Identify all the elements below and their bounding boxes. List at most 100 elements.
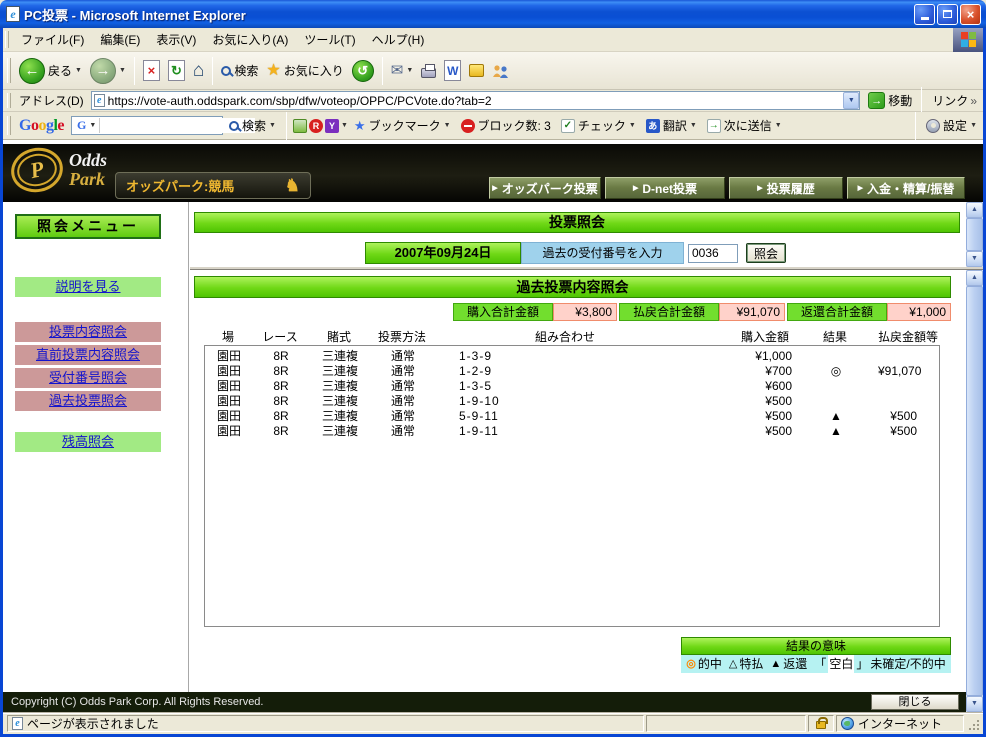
payout-total-label: 払戻合計金額 (619, 303, 719, 321)
links-label[interactable]: リンク (926, 92, 970, 109)
toolbar-grip[interactable] (7, 57, 11, 84)
edit-button[interactable]: W (440, 58, 465, 83)
scroll-up-button[interactable]: ▲ (966, 270, 983, 286)
mail-dropdown-icon[interactable]: ▼ (406, 67, 413, 74)
nav-oddspark-vote-button[interactable]: ▶ オッズパーク投票 (489, 177, 601, 199)
go-button[interactable]: → 移動 (863, 91, 917, 110)
google-bookmarks-button[interactable]: ★ ブックマーク ▼ (350, 115, 455, 136)
col-bet-type: 賭式 (326, 330, 351, 344)
restore-button[interactable] (937, 3, 958, 25)
menu-edit[interactable]: 編集(E) (92, 30, 148, 50)
dropdown-icon[interactable]: ▼ (775, 122, 782, 129)
spellcheck-button[interactable]: ✓ チェック ▼ (557, 115, 640, 136)
pagerank-icon[interactable] (292, 118, 307, 133)
address-dropdown-icon[interactable]: ▼ (843, 92, 860, 109)
refund-symbol: ▲ (770, 658, 782, 670)
history-button[interactable]: ↺ (348, 58, 378, 84)
google-toolbar: Google G ▼ 検索 ▼ R Y ▼ ★ ブックマーク ▼ ブロック数: … (3, 111, 983, 140)
search-button[interactable]: 検索 (217, 60, 262, 81)
inquiry-frame-scrollbar[interactable]: ▲ ▼ (966, 202, 983, 267)
nav-arrow-icon: ▶ (632, 185, 639, 192)
spellcheck-icon: ✓ (560, 118, 575, 133)
inquiry-submit-button[interactable]: 照会 (746, 243, 786, 263)
scroll-down-button[interactable]: ▼ (966, 696, 983, 712)
google-search-button[interactable]: 検索 ▼ (225, 115, 280, 136)
oddspark-logo[interactable]: P Odds Park (6, 143, 107, 197)
back-dropdown-icon[interactable]: ▼ (75, 67, 82, 74)
google-search-dropdown-icon[interactable]: ▼ (89, 122, 96, 129)
back-button[interactable]: ← 戻る ▼ (15, 56, 86, 86)
google-settings-button[interactable]: 設定 ▼ (922, 115, 981, 136)
sidebar-item-past-votes[interactable]: 過去投票照会 (15, 391, 161, 411)
stop-button[interactable]: × (139, 58, 164, 83)
results-frame-scrollbar[interactable]: ▲ ▼ (966, 270, 983, 712)
resize-grip[interactable] (966, 716, 981, 732)
minimize-button[interactable] (914, 3, 935, 25)
popup-blocker-button[interactable]: ブロック数: 3 (457, 115, 555, 136)
refresh-button[interactable]: ↻ (164, 58, 189, 83)
results-frame: 過去投票内容照会 購入合計金額 ¥3,800 払戻合計金額 ¥91,070 返還… (190, 270, 983, 712)
close-window-button[interactable]: × (960, 3, 981, 25)
send-to-icon: → (706, 118, 721, 133)
toolbar-separator (915, 111, 917, 140)
zone-label: インターネット (858, 717, 943, 731)
dropdown-icon[interactable]: ▼ (269, 122, 276, 129)
dropdown-icon[interactable]: ▼ (444, 122, 451, 129)
popup-blocker-icon (460, 118, 475, 133)
menubar-grip[interactable] (5, 31, 9, 48)
close-page-button[interactable]: 閉じる (871, 694, 959, 710)
table-row: 園田 8R 三連複 通常 1-3-5 ¥600 (216, 379, 792, 393)
dropdown-icon[interactable]: ▼ (341, 122, 348, 129)
menu-file[interactable]: ファイル(F) (13, 30, 92, 50)
page-footer: Copyright (C) Odds Park Corp. All Rights… (3, 692, 966, 712)
scroll-thumb[interactable] (966, 218, 983, 251)
r-badge-icon[interactable]: R (308, 118, 323, 133)
sidebar-item-vote-content[interactable]: 投票内容照会 (15, 322, 161, 342)
menu-favorites[interactable]: お気に入り(A) (204, 30, 296, 50)
home-button[interactable]: ⌂ (189, 59, 208, 82)
sidebar-item-receipt-number[interactable]: 受付番号照会 (15, 368, 161, 388)
dropdown-icon[interactable]: ▼ (690, 122, 697, 129)
forward-dropdown-icon[interactable]: ▼ (119, 67, 126, 74)
scroll-up-button[interactable]: ▲ (966, 202, 983, 218)
title-bar[interactable]: e PC投票 - Microsoft Internet Explorer × (0, 0, 986, 28)
nav-dnet-vote-button[interactable]: ▶ D-net投票 (605, 177, 725, 199)
refund-total-value: ¥1,000 (887, 303, 951, 321)
menu-help[interactable]: ヘルプ(H) (364, 30, 433, 50)
scroll-thumb[interactable] (966, 286, 983, 696)
mail-button[interactable]: ✉ ▼ (387, 61, 418, 80)
menu-tools[interactable]: ツール(T) (296, 30, 363, 50)
sidebar-item-balance[interactable]: 残高照会 (15, 432, 161, 452)
google-logo: Google (19, 116, 65, 134)
sidebar-item-recent-vote-content[interactable]: 直前投票内容照会 (15, 345, 161, 365)
googlebar-grip[interactable] (7, 116, 11, 135)
dropdown-icon[interactable]: ▼ (970, 122, 977, 129)
favorites-button[interactable]: ★ お気に入り (262, 60, 347, 81)
status-security-pane (808, 715, 834, 732)
translate-button[interactable]: あ 翻訳 ▼ (642, 115, 701, 136)
nav-vote-history-button[interactable]: ▶ 投票履歴 (729, 177, 843, 199)
dropdown-icon[interactable]: ▼ (629, 122, 636, 129)
nav-deposit-settle-button[interactable]: ▶ 入金・精算/振替 (847, 177, 965, 199)
send-to-button[interactable]: → 次に送信 ▼ (703, 115, 786, 136)
receipt-number-input[interactable] (688, 243, 738, 263)
scroll-down-button[interactable]: ▼ (966, 251, 983, 267)
print-button[interactable] (417, 61, 440, 80)
menu-view[interactable]: 表示(V) (148, 30, 204, 50)
address-input[interactable] (104, 93, 844, 108)
payout-total-value: ¥91,070 (719, 303, 785, 321)
sidebar-item-explanation[interactable]: 説明を見る (15, 277, 161, 297)
hit-symbol: ◎ (686, 658, 696, 670)
forward-button[interactable]: → ▼ (86, 56, 130, 86)
window-title: PC投票 - Microsoft Internet Explorer (24, 7, 246, 23)
stop-icon: × (142, 60, 160, 81)
links-chevron-icon[interactable]: » (970, 94, 981, 108)
toolbar-separator (212, 56, 214, 85)
status-empty-pane (646, 715, 806, 732)
addressbar-grip[interactable] (7, 93, 11, 108)
table-row: 園田 8R 三連複 通常 1-3-9 ¥1,000 (216, 349, 792, 363)
standard-toolbar: ← 戻る ▼ → ▼ × ↻ ⌂ 検索 ★ お気に入り ↺ ✉ ▼ W (3, 52, 983, 90)
discuss-button[interactable] (465, 62, 488, 79)
messenger-button[interactable] (488, 62, 513, 80)
y-badge-icon[interactable]: Y (324, 118, 339, 133)
